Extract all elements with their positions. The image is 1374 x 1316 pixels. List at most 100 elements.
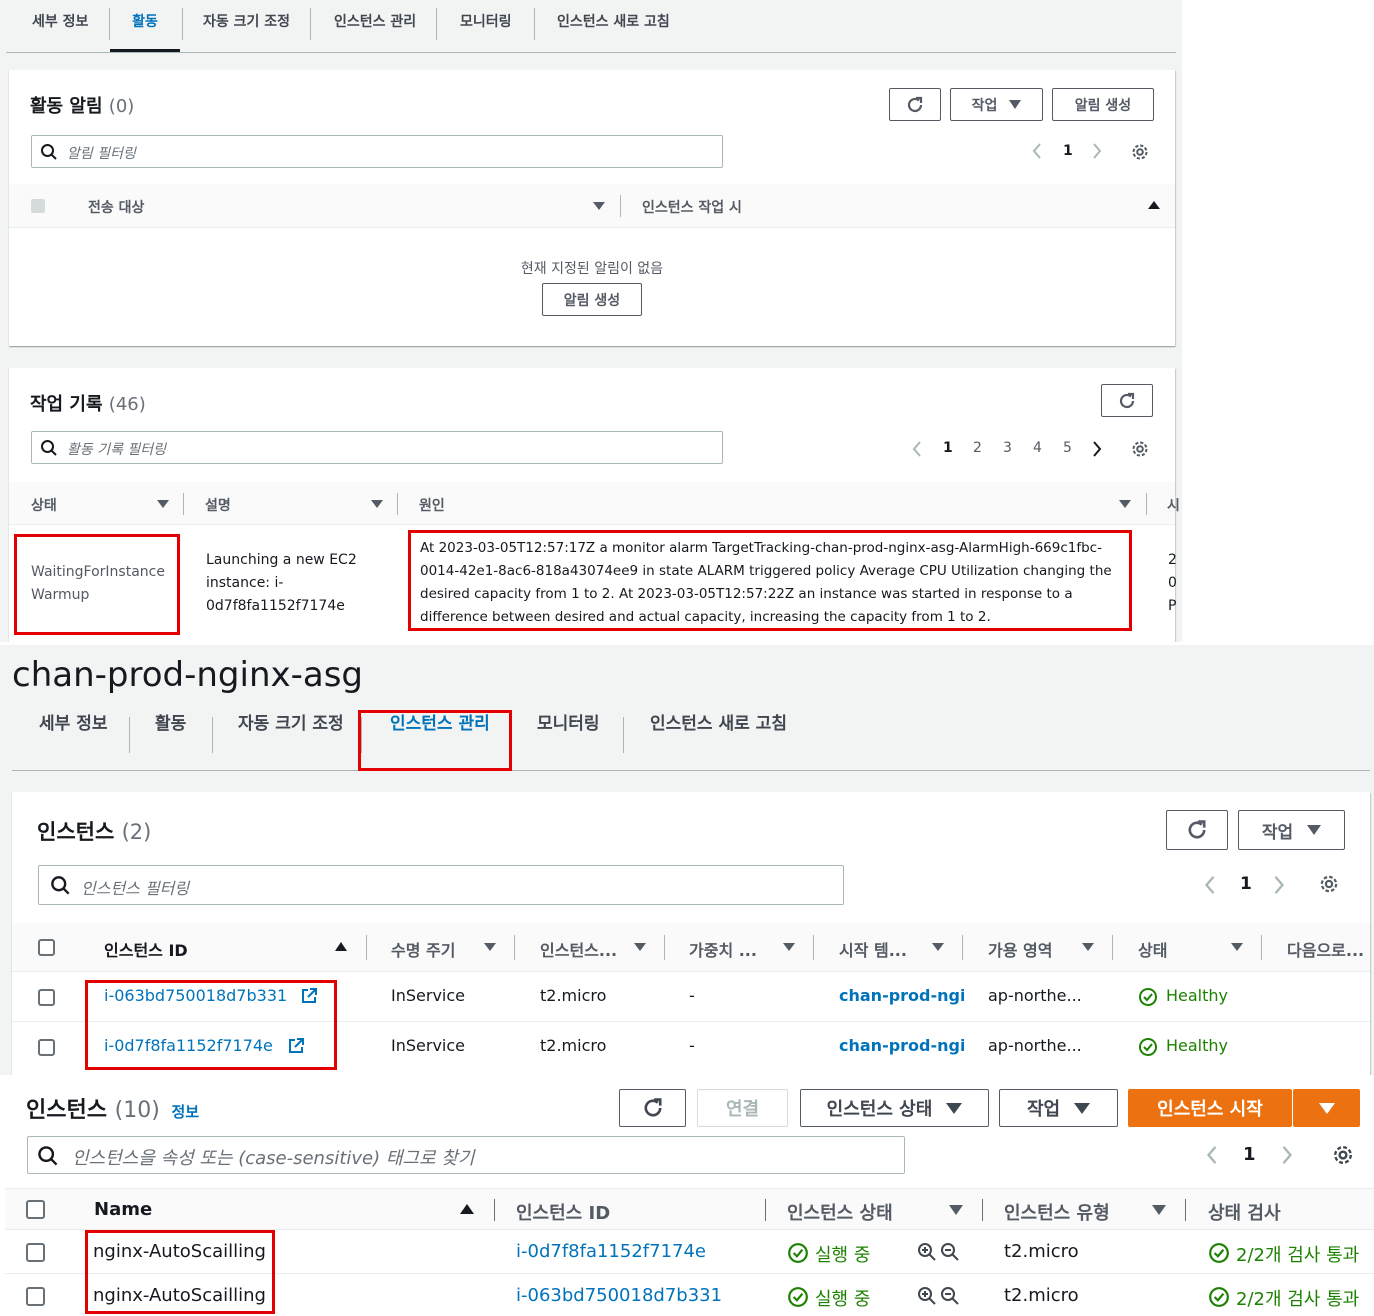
sort-icon[interactable]	[157, 500, 169, 508]
status-check[interactable]: 2/2개 검사 통과	[1236, 1285, 1359, 1311]
tab-instance-refresh[interactable]: 인스턴스 새로 고침	[650, 709, 787, 734]
prev-page-icon[interactable]	[911, 440, 923, 462]
empty-create-notification-button[interactable]: 알림 생성	[542, 283, 642, 316]
page-1[interactable]: 1	[943, 440, 953, 456]
column-cause[interactable]: 원인	[419, 495, 445, 515]
zoom-in-icon[interactable]	[917, 1242, 937, 1266]
column-name[interactable]: Name	[94, 1199, 152, 1220]
instance-state-dropdown[interactable]: 인스턴스 상태	[800, 1089, 989, 1127]
settings-gear-icon[interactable]	[1318, 873, 1340, 899]
column-description[interactable]: 설명	[205, 495, 231, 515]
column-start-time[interactable]: 시	[1167, 495, 1180, 515]
next-page-icon[interactable]	[1091, 440, 1103, 462]
tab-details[interactable]: 세부 정보	[39, 709, 107, 734]
column-launch-template[interactable]: 시작 템...	[839, 937, 907, 961]
zoom-out-icon[interactable]	[940, 1286, 960, 1310]
info-link[interactable]: 정보	[171, 1103, 199, 1121]
column-instance-type[interactable]: 인스턴스...	[540, 937, 617, 961]
sort-icon[interactable]	[1082, 943, 1094, 951]
sort-ascending-icon[interactable]	[1148, 201, 1160, 209]
sort-icon[interactable]	[593, 202, 605, 210]
page-number[interactable]: 1	[1063, 143, 1073, 159]
launch-template-link[interactable]: chan-prod-ngir	[839, 1036, 964, 1055]
row-checkbox[interactable]	[38, 989, 55, 1006]
next-page-icon[interactable]	[1280, 1143, 1294, 1171]
settings-gear-icon[interactable]	[1331, 1143, 1355, 1171]
actions-dropdown[interactable]: 작업	[1238, 810, 1345, 850]
page-4[interactable]: 4	[1033, 440, 1042, 456]
sort-ascending-icon[interactable]	[335, 942, 347, 951]
column-instance-action[interactable]: 인스턴스 작업 시	[642, 197, 742, 217]
row-checkbox[interactable]	[26, 1287, 45, 1306]
column-instance-id[interactable]: 인스턴스 ID	[516, 1199, 610, 1225]
availability-zone-cell: ap-northe...	[988, 1036, 1082, 1055]
refresh-button[interactable]	[1166, 810, 1228, 850]
refresh-button[interactable]	[1101, 384, 1153, 417]
tab-instance-management[interactable]: 인스턴스 관리	[334, 0, 416, 52]
column-status-check[interactable]: 상태 검사	[1208, 1199, 1281, 1225]
row-checkbox[interactable]	[26, 1243, 45, 1262]
column-lifecycle[interactable]: 수명 주기	[391, 937, 455, 961]
refresh-button[interactable]	[619, 1089, 686, 1127]
sort-icon[interactable]	[1119, 500, 1131, 508]
column-instance-type[interactable]: 인스턴스 유형	[1004, 1199, 1110, 1225]
prev-page-icon[interactable]	[1205, 1143, 1219, 1171]
actions-dropdown[interactable]: 작업	[999, 1089, 1118, 1127]
sort-icon[interactable]	[371, 500, 383, 508]
tab-monitoring[interactable]: 모니터링	[460, 0, 512, 52]
prev-page-icon[interactable]	[1031, 142, 1043, 164]
refresh-button[interactable]	[889, 88, 941, 121]
page-2[interactable]: 2	[973, 440, 982, 456]
status-check[interactable]: 2/2개 검사 통과	[1236, 1241, 1359, 1267]
sort-icon[interactable]	[949, 1205, 963, 1215]
actions-dropdown[interactable]: 작업	[950, 88, 1043, 121]
next-page-icon[interactable]	[1272, 874, 1286, 900]
column-health[interactable]: 상태	[1138, 937, 1167, 961]
search-input[interactable]: 인스턴스을 속성 또는 (case-sensitive) 태그로 찾기	[27, 1136, 905, 1174]
sort-icon[interactable]	[634, 943, 646, 951]
settings-gear-icon[interactable]	[1130, 142, 1150, 166]
column-protection[interactable]: 다음으로...	[1287, 937, 1364, 961]
row-checkbox[interactable]	[38, 1039, 55, 1056]
zoom-in-icon[interactable]	[917, 1286, 937, 1310]
tab-monitoring[interactable]: 모니터링	[537, 709, 600, 734]
next-page-icon[interactable]	[1091, 142, 1103, 164]
tab-details[interactable]: 세부 정보	[32, 0, 88, 52]
page-number[interactable]: 1	[1240, 874, 1252, 894]
search-input[interactable]: 알림 필터링	[31, 135, 723, 168]
instance-id-link[interactable]: i-0d7f8fa1152f7174e	[516, 1241, 706, 1262]
sort-icon[interactable]	[783, 943, 795, 951]
tab-activity[interactable]: 활동	[110, 0, 180, 52]
settings-gear-icon[interactable]	[1130, 439, 1150, 463]
instance-id-link[interactable]: i-063bd750018d7b331	[516, 1285, 722, 1306]
tab-instance-refresh[interactable]: 인스턴스 새로 고침	[557, 0, 670, 52]
column-status[interactable]: 상태	[31, 495, 57, 515]
zoom-out-icon[interactable]	[940, 1242, 960, 1266]
column-target[interactable]: 전송 대상	[88, 197, 144, 217]
launch-options-dropdown[interactable]	[1293, 1089, 1360, 1127]
sort-icon[interactable]	[1152, 1205, 1166, 1215]
launch-instances-button[interactable]: 인스턴스 시작	[1128, 1089, 1292, 1127]
connect-button[interactable]: 연결	[697, 1089, 788, 1127]
column-instance-id[interactable]: 인스턴스 ID	[104, 937, 188, 961]
select-all-checkbox[interactable]	[38, 939, 55, 956]
sort-icon[interactable]	[932, 943, 944, 951]
tab-activity[interactable]: 활동	[155, 709, 186, 734]
page-5[interactable]: 5	[1063, 440, 1072, 456]
column-instance-state[interactable]: 인스턴스 상태	[787, 1199, 893, 1225]
page-3[interactable]: 3	[1003, 440, 1012, 456]
create-notification-button[interactable]: 알림 생성	[1052, 88, 1154, 121]
sort-icon[interactable]	[484, 943, 496, 951]
search-input[interactable]: 활동 기록 필터링	[31, 431, 723, 464]
select-all-checkbox[interactable]	[26, 1200, 45, 1219]
tab-auto-scaling[interactable]: 자동 크기 조정	[203, 0, 290, 52]
column-availability-zone[interactable]: 가용 영역	[988, 937, 1052, 961]
prev-page-icon[interactable]	[1203, 874, 1217, 900]
page-number[interactable]: 1	[1243, 1144, 1256, 1165]
search-input[interactable]: 인스턴스 필터링	[38, 865, 844, 905]
tab-auto-scaling[interactable]: 자동 크기 조정	[238, 709, 344, 734]
sort-ascending-icon[interactable]	[460, 1204, 474, 1214]
sort-icon[interactable]	[1231, 943, 1243, 951]
launch-template-link[interactable]: chan-prod-ngir	[839, 986, 964, 1005]
column-weight[interactable]: 가중치 ...	[689, 937, 757, 961]
